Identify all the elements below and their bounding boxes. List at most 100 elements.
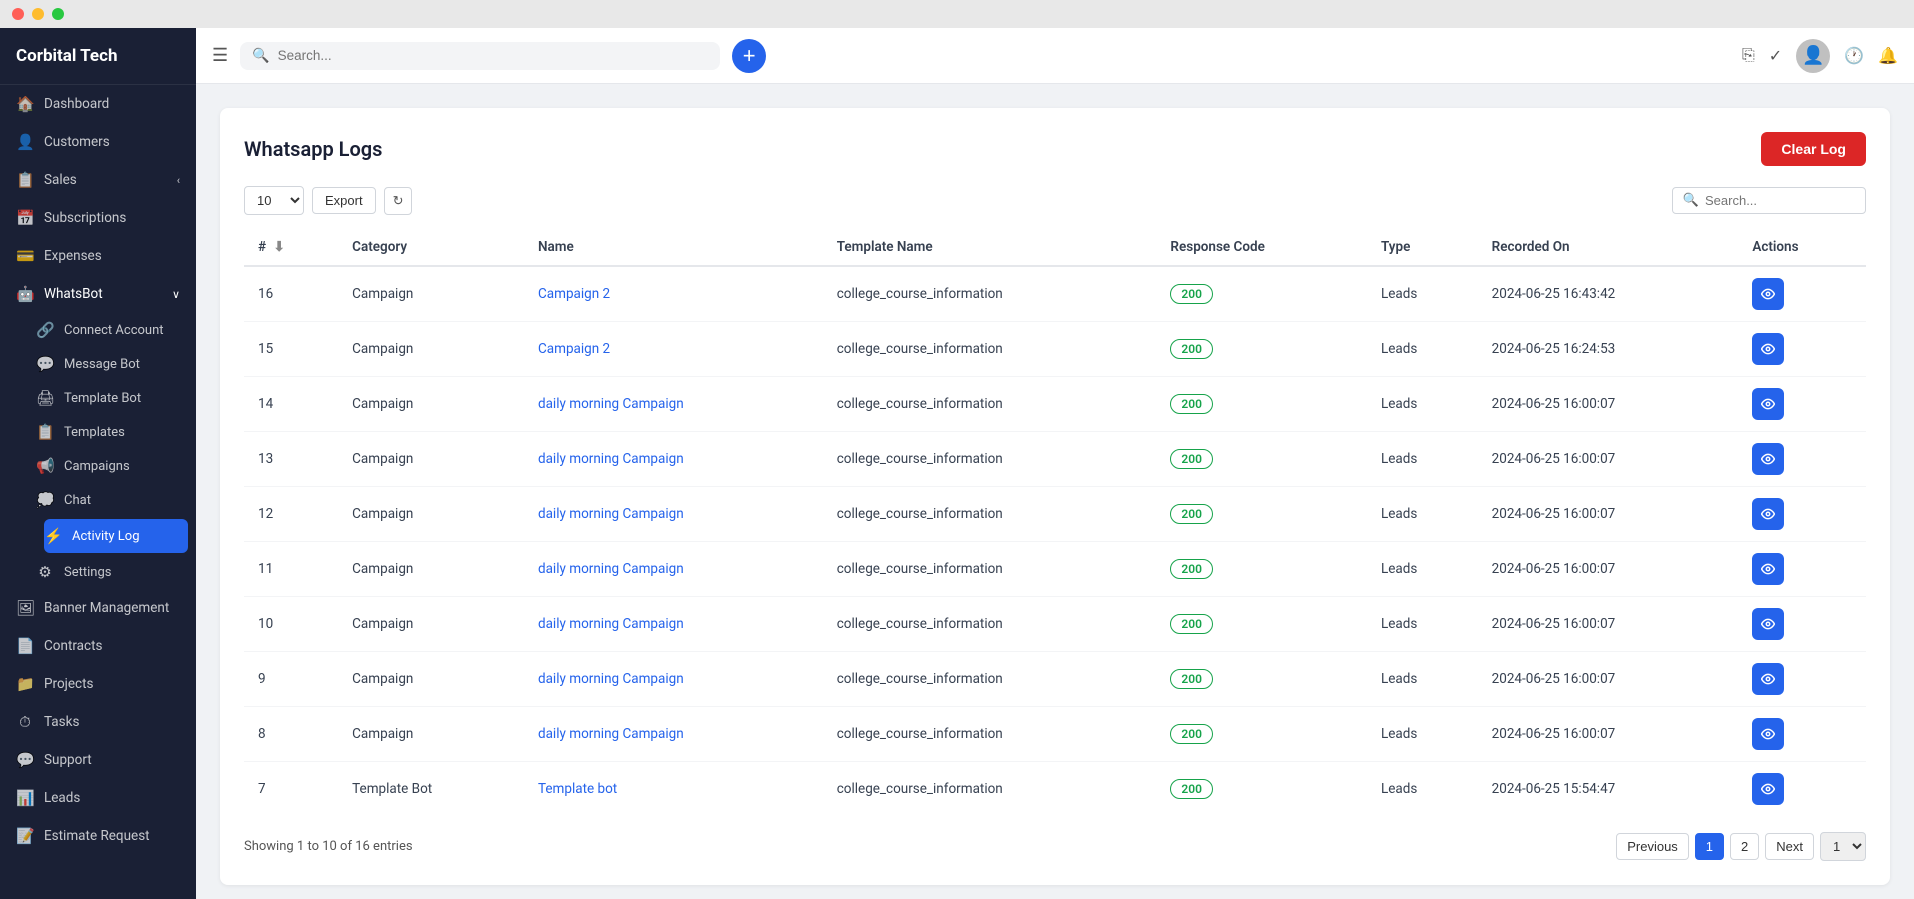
table-row: 16 Campaign Campaign 2 college_course_in… — [244, 266, 1866, 322]
view-action-button[interactable] — [1752, 773, 1784, 805]
cell-type: Leads — [1367, 542, 1478, 597]
cell-name[interactable]: daily morning Campaign — [524, 432, 823, 487]
bell-button[interactable]: 🔔 — [1878, 46, 1898, 66]
cell-type: Leads — [1367, 652, 1478, 707]
campaigns-icon: 📢 — [36, 457, 54, 475]
menu-toggle-button[interactable]: ☰ — [212, 45, 228, 66]
view-action-button[interactable] — [1752, 608, 1784, 640]
cell-response-code: 200 — [1156, 542, 1367, 597]
view-action-button[interactable] — [1752, 663, 1784, 695]
avatar[interactable]: 👤 — [1796, 39, 1830, 73]
view-action-button[interactable] — [1752, 498, 1784, 530]
cell-actions — [1738, 377, 1866, 432]
sidebar-item-banner-management[interactable]: 🖼 Banner Management — [0, 589, 196, 627]
cell-template-name: college_course_information — [823, 322, 1157, 377]
cell-name[interactable]: daily morning Campaign — [524, 707, 823, 762]
titlebar-close[interactable] — [12, 8, 24, 20]
customers-icon: 👤 — [16, 133, 34, 151]
table-row: 12 Campaign daily morning Campaign colle… — [244, 487, 1866, 542]
per-page-select[interactable]: 10 25 50 100 — [244, 186, 304, 215]
leads-icon: 📊 — [16, 789, 34, 807]
sidebar-item-dashboard[interactable]: 🏠 Dashboard — [0, 85, 196, 123]
cell-actions — [1738, 597, 1866, 652]
sidebar-item-estimate-request[interactable]: 📝 Estimate Request — [0, 817, 196, 855]
sidebar-item-message-bot[interactable]: 💬 Message Bot — [36, 347, 196, 381]
table-search-input[interactable] — [1705, 193, 1855, 208]
sidebar-item-label: Contracts — [44, 638, 102, 654]
sidebar-item-projects[interactable]: 📁 Projects — [0, 665, 196, 703]
sidebar-item-support[interactable]: 💬 Support — [0, 741, 196, 779]
page-title: Whatsapp Logs — [244, 137, 382, 161]
view-action-button[interactable] — [1752, 388, 1784, 420]
cell-template-name: college_course_information — [823, 377, 1157, 432]
cell-name[interactable]: Campaign 2 — [524, 322, 823, 377]
cell-type: Leads — [1367, 707, 1478, 762]
sidebar-item-customers[interactable]: 👤 Customers — [0, 123, 196, 161]
share-button[interactable]: ⎘ — [1742, 47, 1755, 65]
cell-name[interactable]: daily morning Campaign — [524, 597, 823, 652]
previous-page-button[interactable]: Previous — [1616, 833, 1689, 860]
cell-name[interactable]: Campaign 2 — [524, 266, 823, 322]
page-jump-select[interactable]: 1 2 — [1820, 832, 1866, 861]
cell-name[interactable]: daily morning Campaign — [524, 652, 823, 707]
refresh-button[interactable]: ↻ — [384, 187, 413, 215]
sidebar-item-label: Sales — [44, 172, 77, 188]
sidebar-item-subscriptions[interactable]: 📅 Subscriptions — [0, 199, 196, 237]
cell-category: Campaign — [338, 432, 524, 487]
cell-num: 7 — [244, 762, 338, 817]
sidebar-item-connect-account[interactable]: 🔗 Connect Account — [36, 313, 196, 347]
sidebar-item-leads[interactable]: 📊 Leads — [0, 779, 196, 817]
activity-log-icon: ⚡ — [44, 527, 62, 545]
sidebar-item-tasks[interactable]: ⏱ Tasks — [0, 703, 196, 741]
view-action-button[interactable] — [1752, 553, 1784, 585]
check-button[interactable]: ✓ — [1769, 46, 1782, 66]
sidebar-sub-label: Templates — [64, 425, 125, 440]
search-input[interactable] — [278, 48, 709, 63]
sidebar-item-campaigns[interactable]: 📢 Campaigns — [36, 449, 196, 483]
cell-name[interactable]: daily morning Campaign — [524, 487, 823, 542]
page-2-button[interactable]: 2 — [1730, 833, 1759, 860]
sidebar-item-whatsbot[interactable]: 🤖 WhatsBot ∨ — [0, 275, 196, 313]
titlebar-maximize[interactable] — [52, 8, 64, 20]
pagination: Previous 1 2 Next 1 2 — [1616, 832, 1866, 861]
sidebar-item-template-bot[interactable]: 🖨 Template Bot — [36, 381, 196, 415]
whatsbot-icon: 🤖 — [16, 285, 34, 303]
chevron-down-icon: ∨ — [172, 288, 180, 301]
sidebar-item-settings[interactable]: ⚙ Settings — [36, 555, 196, 589]
page-1-button[interactable]: 1 — [1695, 833, 1724, 860]
view-action-button[interactable] — [1752, 333, 1784, 365]
titlebar-minimize[interactable] — [32, 8, 44, 20]
cell-type: Leads — [1367, 597, 1478, 652]
sidebar-item-chat[interactable]: 💭 Chat — [36, 483, 196, 517]
view-action-button[interactable] — [1752, 443, 1784, 475]
export-button[interactable]: Export — [312, 187, 376, 214]
sidebar-sub-label: Campaigns — [64, 459, 130, 474]
col-category: Category — [338, 229, 524, 266]
sidebar-item-templates[interactable]: 📋 Templates — [36, 415, 196, 449]
cell-type: Leads — [1367, 322, 1478, 377]
cell-response-code: 200 — [1156, 432, 1367, 487]
cell-category: Campaign — [338, 266, 524, 322]
cell-response-code: 200 — [1156, 597, 1367, 652]
cell-recorded-on: 2024-06-25 16:00:07 — [1478, 377, 1739, 432]
clock-button[interactable]: 🕐 — [1844, 46, 1864, 66]
sidebar-item-label: Support — [44, 752, 92, 768]
cell-name[interactable]: daily morning Campaign — [524, 542, 823, 597]
sidebar-item-expenses[interactable]: 💳 Expenses — [0, 237, 196, 275]
next-page-button[interactable]: Next — [1765, 833, 1814, 860]
sidebar-item-contracts[interactable]: 📄 Contracts — [0, 627, 196, 665]
cell-name[interactable]: Template bot — [524, 762, 823, 817]
estimate-icon: 📝 — [16, 827, 34, 845]
view-action-button[interactable] — [1752, 718, 1784, 750]
sidebar-item-sales[interactable]: 📋 Sales ‹ — [0, 161, 196, 199]
cell-name[interactable]: daily morning Campaign — [524, 377, 823, 432]
table-row: 8 Campaign daily morning Campaign colleg… — [244, 707, 1866, 762]
cell-num: 11 — [244, 542, 338, 597]
cell-type: Leads — [1367, 432, 1478, 487]
titlebar — [0, 0, 1914, 28]
sidebar-item-activity-log[interactable]: ⚡ Activity Log — [44, 519, 188, 553]
sidebar-sub-label: Message Bot — [64, 357, 140, 372]
clear-log-button[interactable]: Clear Log — [1761, 132, 1866, 166]
add-button[interactable]: + — [732, 39, 766, 73]
view-action-button[interactable] — [1752, 278, 1784, 310]
